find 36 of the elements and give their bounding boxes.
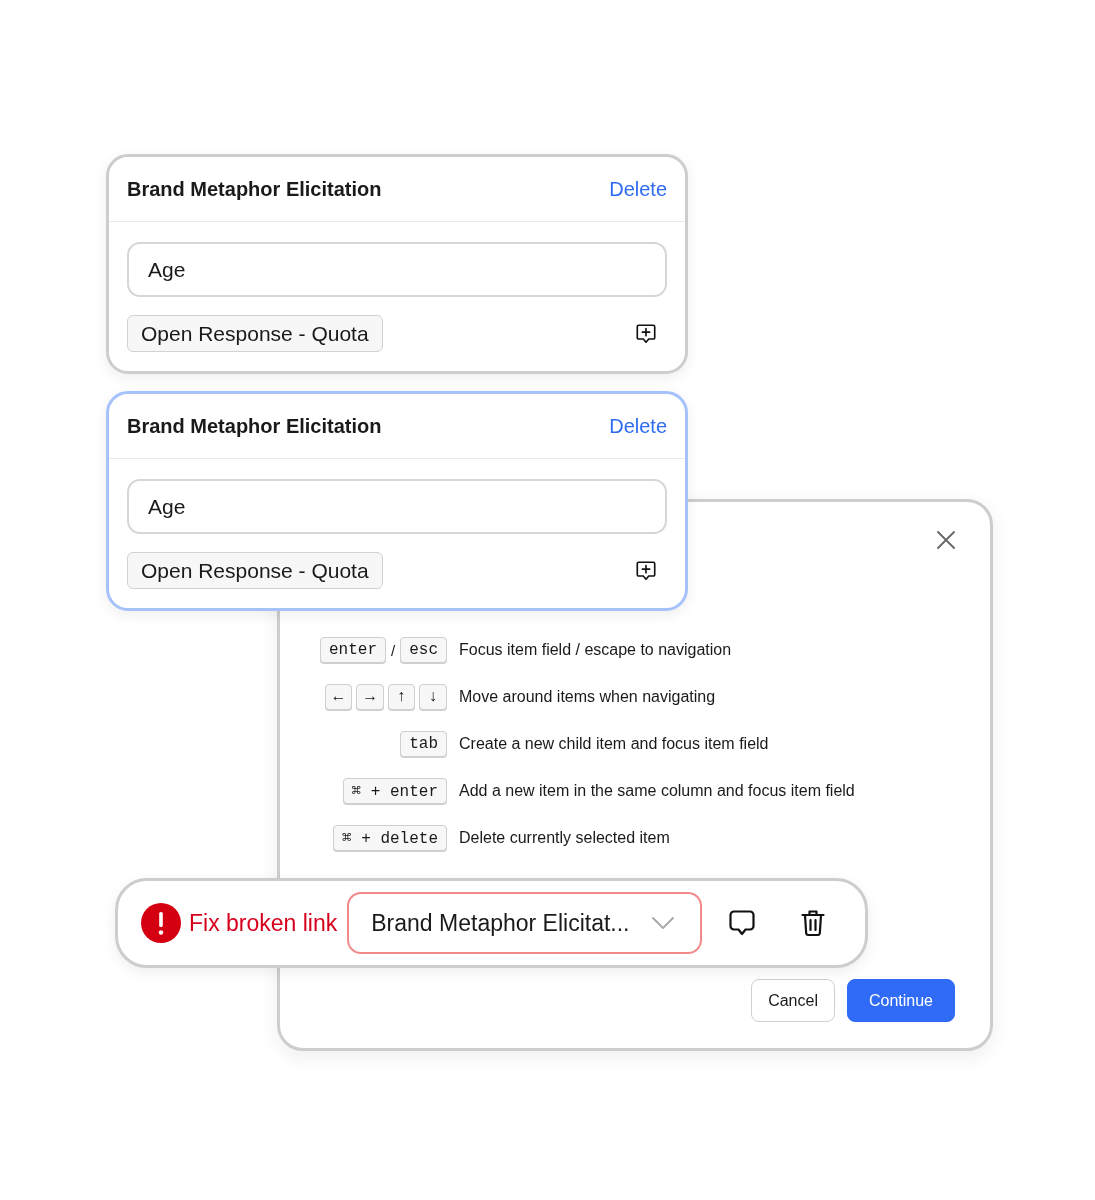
shortcut-description: Move around items when navigating	[459, 688, 716, 706]
text-field[interactable]: Age	[127, 479, 667, 534]
link-target-select[interactable]: Brand Metaphor Elicitat...	[347, 892, 703, 954]
card-title: Brand Metaphor Elicitation	[127, 177, 382, 201]
question-type-chip: Open Response - Quota	[127, 552, 383, 589]
delete-link[interactable]: Delete	[609, 177, 667, 201]
chevron-down-icon	[652, 917, 675, 929]
text-field[interactable]: Age	[127, 242, 667, 297]
cancel-button[interactable]: Cancel	[751, 979, 835, 1022]
keyboard-key: →	[356, 684, 384, 710]
add-comment-icon[interactable]	[635, 322, 657, 345]
speech-bubble-icon[interactable]	[729, 910, 756, 936]
keyboard-key: esc	[400, 637, 447, 663]
shortcut-description: Delete currently selected item	[459, 829, 670, 847]
continue-button[interactable]: Continue	[846, 979, 955, 1022]
close-icon[interactable]	[937, 531, 955, 549]
keyboard-key: ⌘ + enter	[342, 778, 447, 804]
shortcut-description: Create a new child item and focus item field	[459, 735, 769, 753]
question-card[interactable]: Brand Metaphor Elicitation Delete Age Open Response - Quota	[106, 391, 688, 611]
add-comment-icon[interactable]	[635, 559, 657, 582]
delete-link[interactable]: Delete	[609, 414, 667, 438]
shortcut-description: Focus item field / escape to navigation	[459, 641, 732, 659]
shortcut-description: Add a new item in the same column and focus item field	[459, 782, 855, 800]
keyboard-key: ↑	[387, 684, 416, 710]
question-type-chip: Open Response - Quota	[127, 315, 383, 352]
trash-icon[interactable]	[801, 909, 826, 937]
keyboard-key: ←	[324, 684, 353, 710]
keyboard-key: ↓	[419, 684, 447, 710]
keyboard-key: enter	[320, 637, 386, 663]
question-card[interactable]: Brand Metaphor Elicitation Delete Age Open Response - Quota	[106, 154, 688, 374]
keyboard-key: ⌘ + delete	[332, 825, 447, 851]
key-separator: /	[391, 641, 396, 659]
keyboard-key: tab	[400, 731, 447, 757]
error-icon	[141, 903, 181, 943]
error-message: Fix broken link	[189, 909, 338, 937]
card-title: Brand Metaphor Elicitation	[127, 414, 382, 438]
